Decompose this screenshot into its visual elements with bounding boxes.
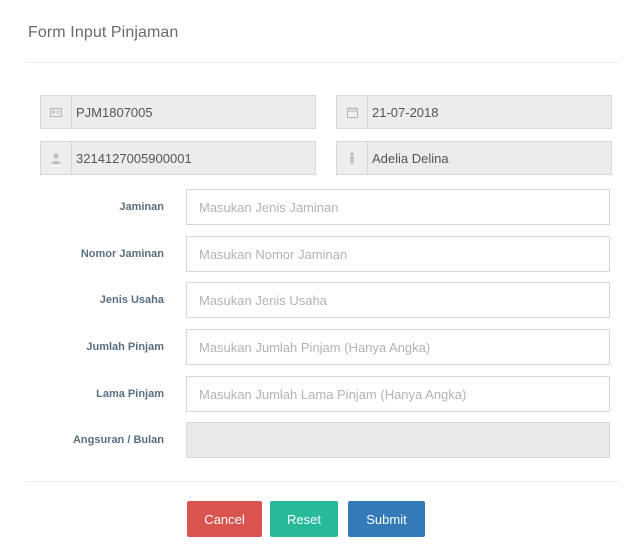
- title-divider: [26, 62, 618, 63]
- lama-pinjam-row: Lama Pinjam: [40, 376, 610, 412]
- jaminan-row: Jaminan: [40, 189, 610, 225]
- cancel-button[interactable]: Cancel: [187, 501, 262, 537]
- member-nik-field: 3214127005900001: [40, 141, 316, 175]
- angsuran-row: Angsuran / Bulan: [40, 422, 610, 458]
- person-icon: [337, 142, 367, 174]
- nomor-jaminan-row: Nomor Jaminan: [40, 236, 610, 272]
- loan-id-value: PJM1807005: [76, 104, 153, 120]
- loan-date-field: 21-07-2018: [336, 95, 612, 129]
- member-name-field: Adelia Delina: [336, 141, 612, 175]
- jaminan-label: Jaminan: [119, 201, 164, 213]
- member-name-value: Adelia Delina: [372, 150, 449, 166]
- lama-pinjam-input[interactable]: [186, 376, 610, 412]
- footer-divider: [26, 481, 618, 482]
- jenis-usaha-label: Jenis Usaha: [99, 294, 164, 306]
- angsuran-input: [186, 422, 610, 458]
- jumlah-pinjam-input[interactable]: [186, 329, 610, 365]
- jumlah-pinjam-label: Jumlah Pinjam: [86, 341, 164, 353]
- jenis-usaha-input[interactable]: [186, 282, 610, 318]
- form-title: Form Input Pinjaman: [28, 24, 179, 41]
- calendar-icon: [337, 96, 367, 128]
- angsuran-label: Angsuran / Bulan: [72, 434, 164, 446]
- jenis-usaha-row: Jenis Usaha: [40, 282, 610, 318]
- lama-pinjam-label: Lama Pinjam: [96, 388, 164, 400]
- loan-date-value: 21-07-2018: [372, 104, 439, 120]
- nomor-jaminan-input[interactable]: [186, 236, 610, 272]
- nomor-jaminan-label: Nomor Jaminan: [80, 248, 164, 260]
- user-icon: [41, 142, 71, 174]
- loan-id-field: PJM1807005: [40, 95, 316, 129]
- submit-button[interactable]: Submit: [348, 501, 425, 537]
- jaminan-input[interactable]: [186, 189, 610, 225]
- member-nik-value: 3214127005900001: [76, 150, 192, 166]
- id-card-icon: [41, 96, 71, 128]
- jumlah-pinjam-row: Jumlah Pinjam: [40, 329, 610, 365]
- reset-button[interactable]: Reset: [270, 501, 338, 537]
